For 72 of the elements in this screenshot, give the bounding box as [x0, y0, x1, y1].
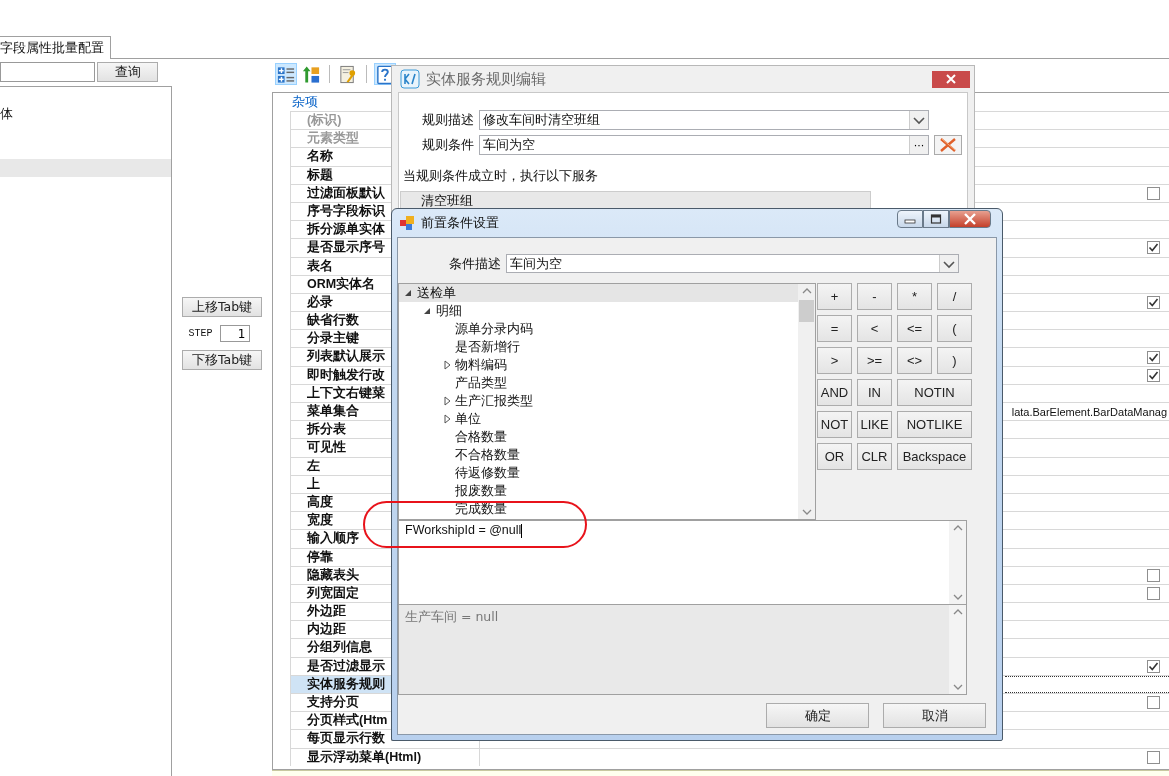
collapsed-icon[interactable]	[441, 359, 453, 371]
operator-button[interactable]: )	[937, 347, 972, 374]
checkbox[interactable]	[1147, 368, 1160, 382]
operator-button[interactable]: <=	[897, 315, 932, 342]
check-icon	[1148, 296, 1159, 308]
operator-button[interactable]: NOT	[817, 411, 852, 438]
check-icon	[1148, 242, 1159, 254]
checkbox[interactable]	[1147, 186, 1160, 200]
check-icon	[1148, 369, 1159, 381]
tree-item[interactable]: 送检单	[399, 284, 798, 302]
step-field[interactable]: 1	[219, 325, 250, 342]
property-name[interactable]: 显示浮动菜单(Html)	[290, 747, 480, 766]
field-label: 规则描述	[422, 111, 474, 129]
operator-button[interactable]: <>	[897, 347, 932, 374]
operator-button[interactable]: Backspace	[897, 443, 972, 470]
property-value: lata.BarElement.BarDataManag	[1011, 405, 1167, 418]
service-item[interactable]: 清空班组	[401, 192, 870, 209]
collapsed-icon[interactable]	[441, 413, 453, 425]
category-label[interactable]: 杂项	[292, 94, 318, 109]
selected-value-cell[interactable]	[1005, 675, 1169, 693]
operator-button[interactable]: >	[817, 347, 852, 374]
scrollbar-thumb[interactable]	[799, 300, 814, 322]
checkbox[interactable]	[1147, 750, 1160, 764]
search-button[interactable]: 查询	[97, 62, 158, 82]
checkbox[interactable]	[1147, 241, 1160, 255]
operator-button[interactable]: >=	[857, 347, 892, 374]
list-item[interactable]: 体	[0, 105, 171, 123]
app-icon	[400, 69, 420, 89]
check-icon	[1148, 660, 1159, 672]
operator-button[interactable]: <	[857, 315, 892, 342]
operator-button[interactable]: (	[937, 315, 972, 342]
operator-button[interactable]: NOTLIKE	[897, 411, 972, 438]
tab[interactable]: 字段属性批量配置	[0, 36, 111, 59]
move-down-button[interactable]: 下移Tab键	[182, 350, 262, 370]
step-label: STEP	[188, 328, 213, 339]
categorized-view-icon[interactable]	[275, 63, 297, 85]
checkbox[interactable]	[1147, 295, 1160, 309]
operator-button[interactable]: AND	[817, 379, 852, 406]
checkbox[interactable]	[1147, 696, 1160, 710]
checkbox[interactable]	[1147, 350, 1160, 364]
operator-button[interactable]: *	[897, 283, 932, 310]
vertical-scrollbar[interactable]	[949, 521, 966, 604]
operator-button[interactable]: OR	[817, 443, 852, 470]
vertical-scrollbar[interactable]	[949, 605, 966, 694]
operator-button[interactable]: NOTIN	[897, 379, 972, 406]
operator-button[interactable]: CLR	[857, 443, 892, 470]
ok-button[interactable]: 确定	[766, 703, 869, 728]
close-icon	[945, 73, 957, 85]
maximize-icon	[930, 214, 942, 224]
checkbox[interactable]	[1147, 568, 1160, 582]
operator-button[interactable]: =	[817, 315, 852, 342]
move-up-button[interactable]: 上移Tab键	[182, 297, 262, 317]
search-field[interactable]	[0, 62, 95, 82]
operator-button[interactable]: /	[937, 283, 972, 310]
check-icon	[1148, 351, 1159, 363]
dialog-title: 实体服务规则编辑	[426, 69, 547, 89]
checkbox[interactable]	[1147, 659, 1160, 673]
operator-button[interactable]: IN	[857, 379, 892, 406]
operator-button[interactable]: LIKE	[857, 411, 892, 438]
checkbox[interactable]	[1147, 586, 1160, 600]
app-icon	[399, 215, 415, 231]
minimize-button[interactable]	[897, 210, 923, 228]
close-button[interactable]	[949, 210, 991, 228]
operator-button[interactable]: -	[857, 283, 892, 310]
delete-icon[interactable]	[934, 135, 962, 155]
operator-button[interactable]: +	[817, 283, 852, 310]
close-button[interactable]	[932, 70, 970, 88]
cancel-button[interactable]: 取消	[883, 703, 986, 728]
vertical-scrollbar[interactable]	[798, 284, 815, 519]
close-icon	[963, 213, 977, 225]
maximize-button[interactable]	[923, 210, 949, 228]
collapsed-icon[interactable]	[441, 395, 453, 407]
